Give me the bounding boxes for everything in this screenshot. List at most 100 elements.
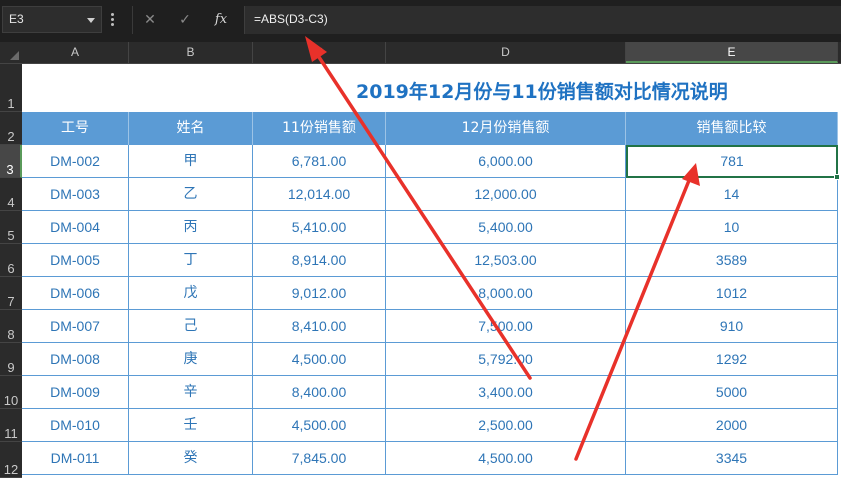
cell-sales-comparison[interactable]: 910	[626, 310, 838, 343]
header-cell-dec-sales[interactable]: 12月份销售额	[386, 112, 626, 145]
sheet-title: 2019年12月份与11份销售额对比情况说明	[356, 81, 728, 103]
row-header-9[interactable]: 9	[0, 343, 22, 376]
cell-employee-id[interactable]: DM-009	[22, 376, 129, 409]
row-number: 5	[7, 228, 15, 243]
insert-function-icon[interactable]: fx	[210, 10, 232, 30]
cell-name[interactable]: 庚	[129, 343, 253, 376]
cell-dec-sales[interactable]: 5,792.00	[386, 343, 626, 376]
cell-nov-sales[interactable]: 8,400.00	[253, 376, 386, 409]
row-header-12[interactable]: 12	[0, 442, 22, 478]
cancel-icon[interactable]: ✕	[139, 10, 161, 30]
formula-input[interactable]: =ABS(D3-C3)	[244, 6, 841, 34]
row-number: 9	[7, 360, 15, 375]
cell-employee-id[interactable]: DM-010	[22, 409, 129, 442]
row-header-1[interactable]: 1	[0, 64, 22, 112]
cell-employee-id[interactable]: DM-003	[22, 178, 129, 211]
row-number: 10	[3, 393, 19, 408]
cell-dec-sales[interactable]: 8,000.00	[386, 277, 626, 310]
cell-nov-sales[interactable]: 9,012.00	[253, 277, 386, 310]
cell-dec-sales[interactable]: 5,400.00	[386, 211, 626, 244]
cell-nov-sales[interactable]: 7,845.00	[253, 442, 386, 475]
row-header-5[interactable]: 5	[0, 211, 22, 244]
cell-employee-id[interactable]: DM-011	[22, 442, 129, 475]
header-cell-employee-id[interactable]: 工号	[22, 112, 129, 145]
cell-name[interactable]: 癸	[129, 442, 253, 475]
row-header-2[interactable]: 2	[0, 112, 22, 145]
cell-name[interactable]: 丁	[129, 244, 253, 277]
formula-bar: E3 ✕ ✓ fx =ABS(D3-C3)	[0, 0, 841, 42]
cell-employee-id[interactable]: DM-002	[22, 145, 129, 178]
more-options-icon[interactable]	[111, 13, 115, 27]
row-number: 11	[4, 426, 18, 441]
cell-name[interactable]: 辛	[129, 376, 253, 409]
select-all-button[interactable]	[0, 42, 22, 63]
cell-employee-id[interactable]: DM-004	[22, 211, 129, 244]
enter-icon[interactable]: ✓	[174, 10, 196, 30]
cell-employee-id[interactable]: DM-007	[22, 310, 129, 343]
row-header-11[interactable]: 11	[0, 409, 22, 442]
cell-name[interactable]: 壬	[129, 409, 253, 442]
row-number: 1	[7, 96, 15, 111]
row-number: 3	[6, 162, 14, 177]
cell-name[interactable]: 甲	[129, 145, 253, 178]
cell-dec-sales[interactable]: 12,503.00	[386, 244, 626, 277]
cell-dec-sales[interactable]: 6,000.00	[386, 145, 626, 178]
cell-name[interactable]: 己	[129, 310, 253, 343]
header-cell-nov-sales[interactable]: 11份销售额	[253, 112, 386, 145]
row-number: 8	[7, 327, 15, 342]
header-cell-name[interactable]: 姓名	[129, 112, 253, 145]
cell-dec-sales[interactable]: 2,500.00	[386, 409, 626, 442]
chevron-down-icon[interactable]	[87, 18, 95, 23]
row-number: 4	[7, 195, 15, 210]
row-header-10[interactable]: 10	[0, 376, 22, 409]
cell-dec-sales[interactable]: 3,400.00	[386, 376, 626, 409]
row-number: 2	[7, 129, 15, 144]
cell-nov-sales[interactable]: 4,500.00	[253, 409, 386, 442]
cell-nov-sales[interactable]: 12,014.00	[253, 178, 386, 211]
cell-sales-comparison[interactable]: 10	[626, 211, 838, 244]
column-header-row: A B C D E	[0, 42, 841, 64]
cell-sales-comparison[interactable]: 3345	[626, 442, 838, 475]
cell-sales-comparison[interactable]: 3589	[626, 244, 838, 277]
row-header-8[interactable]: 8	[0, 310, 22, 343]
row-number: 12	[3, 462, 19, 477]
cell-nov-sales[interactable]: 8,914.00	[253, 244, 386, 277]
title-cell[interactable]: 2019年12月份与11份销售额对比情况说明	[22, 64, 837, 112]
cell-nov-sales[interactable]: 6,781.00	[253, 145, 386, 178]
column-header-e[interactable]: E	[626, 42, 838, 63]
header-cell-sales-comparison[interactable]: 销售额比较	[626, 112, 838, 145]
cell-sales-comparison[interactable]: 2000	[626, 409, 838, 442]
cell-dec-sales[interactable]: 7,500.00	[386, 310, 626, 343]
cell-name[interactable]: 乙	[129, 178, 253, 211]
cell-name[interactable]: 戊	[129, 277, 253, 310]
fill-handle[interactable]	[834, 174, 840, 180]
cell-employee-id[interactable]: DM-008	[22, 343, 129, 376]
cell-nov-sales[interactable]: 8,410.00	[253, 310, 386, 343]
cell-name[interactable]: 丙	[129, 211, 253, 244]
cell-sales-comparison[interactable]: 1292	[626, 343, 838, 376]
cell-sales-comparison[interactable]: 5000	[626, 376, 838, 409]
name-box-value: E3	[9, 12, 24, 26]
cell-employee-id[interactable]: DM-005	[22, 244, 129, 277]
column-header-d[interactable]: D	[386, 42, 626, 63]
column-header-b[interactable]: B	[129, 42, 253, 63]
formula-text: =ABS(D3-C3)	[254, 12, 328, 26]
row-number: 6	[7, 261, 15, 276]
cell-nov-sales[interactable]: 5,410.00	[253, 211, 386, 244]
cell-sales-comparison[interactable]: 14	[626, 178, 838, 211]
column-header-a[interactable]: A	[22, 42, 129, 63]
row-header-3[interactable]: 3	[0, 145, 22, 178]
cell-nov-sales[interactable]: 4,500.00	[253, 343, 386, 376]
row-number: 7	[7, 294, 15, 309]
select-all-icon	[10, 51, 19, 60]
cell-dec-sales[interactable]: 12,000.00	[386, 178, 626, 211]
cell-dec-sales[interactable]: 4,500.00	[386, 442, 626, 475]
column-header-c[interactable]: C	[253, 42, 386, 63]
cell-employee-id[interactable]: DM-006	[22, 277, 129, 310]
row-header-4[interactable]: 4	[0, 178, 22, 211]
active-cell[interactable]: 781	[626, 145, 838, 178]
row-header-7[interactable]: 7	[0, 277, 22, 310]
cell-sales-comparison[interactable]: 1012	[626, 277, 838, 310]
name-box[interactable]: E3	[2, 6, 102, 33]
row-header-6[interactable]: 6	[0, 244, 22, 277]
